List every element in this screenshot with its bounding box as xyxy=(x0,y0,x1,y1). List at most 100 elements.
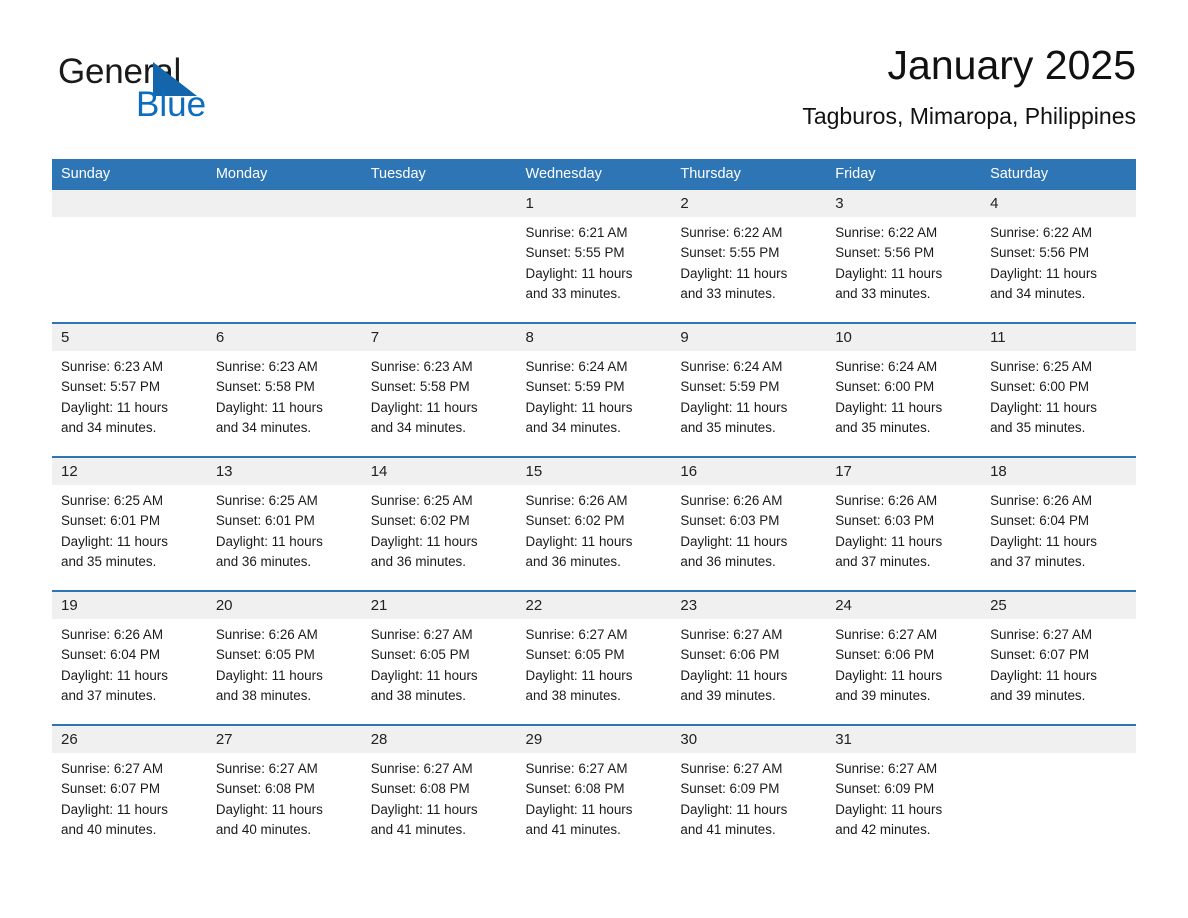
calendar-day-cell[interactable]: 26 Sunrise: 6:27 AM Sunset: 6:07 PM Dayligh… xyxy=(52,724,207,858)
sunrise-text: Sunrise: 6:22 AM xyxy=(680,225,783,240)
calendar-day-cell[interactable] xyxy=(206,190,362,323)
daylight-text-line1: Daylight: 11 hours xyxy=(990,399,1097,415)
day-info: Sunrise: 6:25 AM Sunset: 6:02 PM Daylight:… xyxy=(362,485,517,572)
calendar-day-cell[interactable]: 27 Sunrise: 6:27 AM Sunset: 6:08 PM Dayligh… xyxy=(206,724,362,858)
calendar-day-cell[interactable]: 5 Sunrise: 6:23 AM Sunset: 5:57 PM Daylight… xyxy=(52,322,207,457)
day-cell-content: 3 Sunrise: 6:22 AM Sunset: 5:56 PM Daylight… xyxy=(826,190,982,322)
calendar-day-cell[interactable]: 14 Sunrise: 6:25 AM Sunset: 6:02 PM Dayligh… xyxy=(361,456,517,591)
daylight-text-line2: and 37 minutes. xyxy=(835,553,931,569)
daylight-text-line2: and 36 minutes. xyxy=(215,553,312,569)
daylight-text-line1: Daylight: 11 hours xyxy=(525,265,633,281)
sunset-text: Sunset: 6:08 PM xyxy=(215,781,315,797)
sunset-text: Sunset: 5:57 PM xyxy=(61,379,160,395)
sunrise-text: Sunrise: 6:27 AM xyxy=(680,627,783,642)
calendar-day-cell[interactable]: 23 Sunrise: 6:27 AM Sunset: 6:06 PM Dayligh… xyxy=(671,590,827,725)
calendar-day-cell[interactable]: 20 Sunrise: 6:26 AM Sunset: 6:05 PM Dayligh… xyxy=(206,590,362,725)
daylight-text-line1: Daylight: 11 hours xyxy=(61,533,168,549)
daylight-text-line1: Daylight: 11 hours xyxy=(370,533,478,549)
daylight-text-line1: Daylight: 11 hours xyxy=(680,801,788,817)
sunrise-text: Sunrise: 6:26 AM xyxy=(990,493,1093,508)
day-cell-content: 9 Sunrise: 6:24 AM Sunset: 5:59 PM Daylight… xyxy=(671,324,827,456)
day-number-band: 13 xyxy=(206,458,362,485)
sunrise-text: Sunrise: 6:22 AM xyxy=(835,225,938,240)
logo-text-blue: Blue xyxy=(136,85,207,124)
day-info: Sunrise: 6:27 AM Sunset: 6:06 PM Daylight:… xyxy=(826,619,981,706)
sunset-text: Sunset: 6:00 PM xyxy=(990,379,1090,395)
daylight-text-line2: and 34 minutes. xyxy=(61,419,157,435)
calendar-day-cell[interactable]: 31 Sunrise: 6:27 AM Sunset: 6:09 PM Dayligh… xyxy=(826,724,982,858)
day-number-band: 27 xyxy=(206,726,362,753)
sunset-text: Sunset: 6:08 PM xyxy=(525,781,625,797)
day-number-band: 22 xyxy=(516,592,672,619)
calendar-day-cell[interactable]: 1 Sunrise: 6:21 AM Sunset: 5:55 PM Daylight… xyxy=(516,190,672,323)
day-cell-content: 24 Sunrise: 6:27 AM Sunset: 6:06 PM Dayligh… xyxy=(826,592,982,724)
sunrise-text: Sunrise: 6:25 AM xyxy=(370,493,473,508)
day-cell-content: 6 Sunrise: 6:23 AM Sunset: 5:58 PM Daylight… xyxy=(206,324,362,456)
calendar-day-cell[interactable]: 29 Sunrise: 6:27 AM Sunset: 6:08 PM Dayligh… xyxy=(516,724,672,858)
calendar-day-cell[interactable]: 18 Sunrise: 6:26 AM Sunset: 6:04 PM Dayligh… xyxy=(981,456,1136,591)
daylight-text-line1: Daylight: 11 hours xyxy=(215,667,323,683)
calendar-day-cell[interactable]: 21 Sunrise: 6:27 AM Sunset: 6:05 PM Dayligh… xyxy=(361,590,517,725)
day-cell-content: 31 Sunrise: 6:27 AM Sunset: 6:09 PM Dayligh… xyxy=(826,726,982,858)
sunrise-text: Sunrise: 6:27 AM xyxy=(370,761,473,776)
daylight-text-line2: and 34 minutes. xyxy=(525,419,621,435)
calendar-day-cell[interactable]: 22 Sunrise: 6:27 AM Sunset: 6:05 PM Dayligh… xyxy=(516,590,672,725)
calendar-day-cell[interactable] xyxy=(981,724,1136,858)
daylight-text-line1: Daylight: 11 hours xyxy=(680,667,788,683)
calendar-day-cell[interactable]: 11 Sunrise: 6:25 AM Sunset: 6:00 PM Dayligh… xyxy=(981,322,1136,457)
sunset-text: Sunset: 5:56 PM xyxy=(990,245,1090,261)
calendar-day-cell[interactable]: 3 Sunrise: 6:22 AM Sunset: 5:56 PM Daylight… xyxy=(826,190,982,323)
weekday-header-saturday: Saturday xyxy=(981,159,1136,190)
calendar-day-cell[interactable]: 12 Sunrise: 6:25 AM Sunset: 6:01 PM Dayligh… xyxy=(52,456,207,591)
daylight-text-line1: Daylight: 11 hours xyxy=(680,533,788,549)
general-blue-logo[interactable]: General Blue xyxy=(58,54,318,134)
calendar-day-cell[interactable]: 7 Sunrise: 6:23 AM Sunset: 5:58 PM Daylight… xyxy=(361,322,517,457)
calendar-day-cell[interactable] xyxy=(361,190,517,323)
daylight-text-line1: Daylight: 11 hours xyxy=(835,265,943,281)
calendar-day-cell[interactable]: 8 Sunrise: 6:24 AM Sunset: 5:59 PM Daylight… xyxy=(516,322,672,457)
calendar-day-cell[interactable]: 17 Sunrise: 6:26 AM Sunset: 6:03 PM Dayligh… xyxy=(826,456,982,591)
calendar-day-cell[interactable]: 10 Sunrise: 6:24 AM Sunset: 6:00 PM Dayligh… xyxy=(826,322,982,457)
daylight-text-line2: and 35 minutes. xyxy=(990,419,1086,435)
day-cell-content: 29 Sunrise: 6:27 AM Sunset: 6:08 PM Dayligh… xyxy=(516,726,672,858)
day-info: Sunrise: 6:26 AM Sunset: 6:03 PM Daylight:… xyxy=(826,485,981,572)
daylight-text-line1: Daylight: 11 hours xyxy=(990,265,1097,281)
sunset-text: Sunset: 6:01 PM xyxy=(215,513,315,529)
calendar-day-cell[interactable]: 25 Sunrise: 6:27 AM Sunset: 6:07 PM Dayligh… xyxy=(981,590,1136,725)
calendar-day-cell[interactable]: 15 Sunrise: 6:26 AM Sunset: 6:02 PM Dayligh… xyxy=(516,456,672,591)
calendar-day-cell[interactable]: 6 Sunrise: 6:23 AM Sunset: 5:58 PM Daylight… xyxy=(206,322,362,457)
day-number: 15 xyxy=(525,463,543,480)
calendar-day-cell[interactable]: 24 Sunrise: 6:27 AM Sunset: 6:06 PM Dayligh… xyxy=(826,590,982,725)
sunset-text: Sunset: 6:04 PM xyxy=(990,513,1090,529)
calendar-day-cell[interactable]: 9 Sunrise: 6:24 AM Sunset: 5:59 PM Daylight… xyxy=(671,322,827,457)
sunrise-text: Sunrise: 6:22 AM xyxy=(990,225,1093,240)
sunrise-text: Sunrise: 6:27 AM xyxy=(680,761,783,776)
calendar-day-cell[interactable]: 13 Sunrise: 6:25 AM Sunset: 6:01 PM Dayligh… xyxy=(206,456,362,591)
day-number: 12 xyxy=(61,463,78,480)
day-number: 4 xyxy=(990,195,999,212)
page-title: January 2025 xyxy=(887,42,1136,88)
day-number: 11 xyxy=(990,329,1006,346)
day-number-band: 26 xyxy=(52,726,207,753)
day-number-band: 1 xyxy=(516,190,672,217)
calendar-day-cell[interactable] xyxy=(52,190,207,323)
daylight-text-line1: Daylight: 11 hours xyxy=(61,399,168,415)
weekday-header-wednesday: Wednesday xyxy=(516,159,672,190)
daylight-text-line2: and 39 minutes. xyxy=(835,687,931,703)
calendar-page: General Blue January 2025 Tagburos, Mima… xyxy=(0,0,1188,918)
calendar-day-cell[interactable]: 2 Sunrise: 6:22 AM Sunset: 5:55 PM Daylight… xyxy=(671,190,827,323)
sunrise-text: Sunrise: 6:26 AM xyxy=(835,493,938,508)
day-cell-content: 26 Sunrise: 6:27 AM Sunset: 6:07 PM Dayligh… xyxy=(52,726,207,858)
daylight-text-line2: and 39 minutes. xyxy=(680,687,776,703)
calendar-day-cell[interactable]: 30 Sunrise: 6:27 AM Sunset: 6:09 PM Dayligh… xyxy=(671,724,827,858)
calendar-day-cell[interactable]: 28 Sunrise: 6:27 AM Sunset: 6:08 PM Dayligh… xyxy=(361,724,517,858)
day-number: 1 xyxy=(525,195,534,212)
calendar-day-cell[interactable]: 16 Sunrise: 6:26 AM Sunset: 6:03 PM Dayligh… xyxy=(671,456,827,591)
day-number: 2 xyxy=(680,195,689,212)
day-cell-content: 17 Sunrise: 6:26 AM Sunset: 6:03 PM Dayligh… xyxy=(826,458,982,590)
calendar-day-cell[interactable]: 4 Sunrise: 6:22 AM Sunset: 5:56 PM Daylight… xyxy=(981,190,1136,323)
daylight-text-line1: Daylight: 11 hours xyxy=(525,667,633,683)
sunrise-text: Sunrise: 6:24 AM xyxy=(680,359,783,374)
calendar-day-cell[interactable]: 19 Sunrise: 6:26 AM Sunset: 6:04 PM Dayligh… xyxy=(52,590,207,725)
sunrise-text: Sunrise: 6:26 AM xyxy=(215,627,318,642)
